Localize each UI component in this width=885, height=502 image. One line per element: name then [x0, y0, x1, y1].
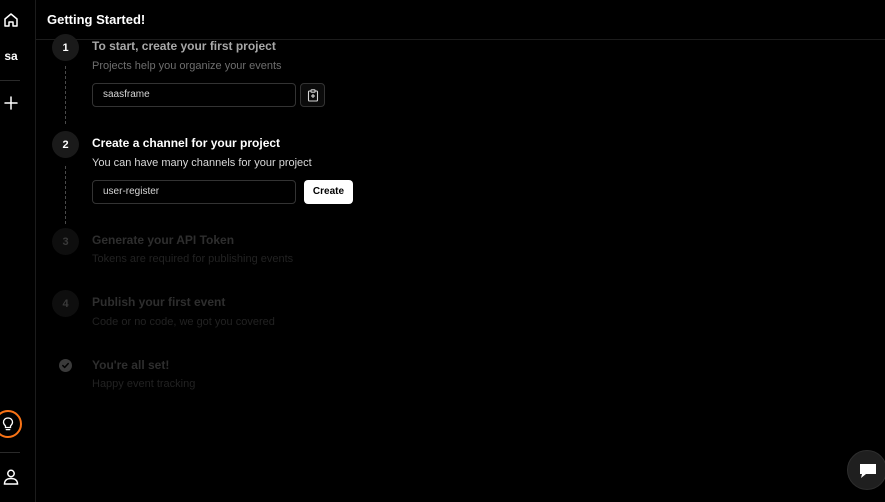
step-number: 4 — [52, 290, 79, 317]
project-name-field[interactable]: saasframe — [92, 83, 296, 107]
plus-icon[interactable] — [2, 94, 20, 112]
step-subtitle: Code or no code, we got you covered — [92, 316, 275, 328]
step-connector — [65, 166, 66, 224]
chat-widget-button[interactable] — [847, 450, 885, 490]
copy-button[interactable] — [300, 83, 325, 107]
create-channel-button[interactable]: Create — [304, 180, 353, 204]
user-icon[interactable] — [2, 468, 20, 486]
lightbulb-icon — [2, 417, 14, 431]
sidebar-divider — [0, 452, 20, 453]
clipboard-icon — [307, 89, 319, 102]
check-icon — [59, 359, 72, 372]
channel-name-input[interactable]: user-register — [92, 180, 296, 204]
home-icon[interactable] — [2, 11, 20, 29]
step-subtitle: Projects help you organize your events — [92, 60, 282, 72]
sidebar-divider — [0, 80, 20, 81]
step-subtitle: Tokens are required for publishing event… — [92, 253, 294, 265]
step-number: 2 — [52, 131, 79, 158]
step-title: You're all set! — [92, 358, 170, 372]
page-title: Getting Started! — [47, 12, 146, 27]
step-subtitle: You can have many channels for your proj… — [92, 157, 312, 169]
chat-bubble-icon — [860, 464, 876, 478]
step-connector — [65, 66, 66, 124]
page-header: Getting Started! — [36, 0, 885, 40]
feedback-button[interactable] — [0, 410, 22, 438]
step-title: To start, create your first project — [92, 39, 276, 53]
workspace-avatar[interactable]: sa — [0, 47, 22, 65]
sidebar: sa — [0, 0, 36, 502]
step-subtitle: Happy event tracking — [92, 378, 196, 390]
step-title: Publish your first event — [92, 295, 226, 309]
step-title: Create a channel for your project — [92, 136, 281, 150]
step-number: 1 — [52, 34, 79, 61]
step-number: 3 — [52, 228, 79, 255]
step-title: Generate your API Token — [92, 233, 235, 247]
